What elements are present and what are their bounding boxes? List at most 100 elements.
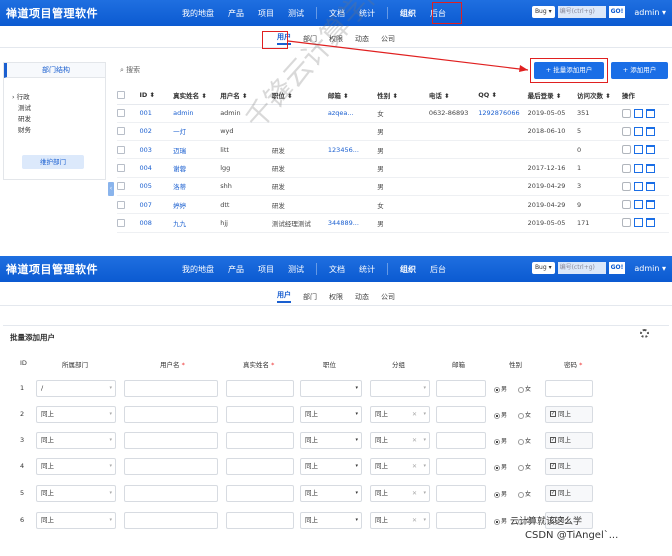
- dept-select[interactable]: 同上 ▾: [36, 458, 116, 475]
- col-gender[interactable]: 性别 ⬍: [377, 86, 429, 105]
- cell-id[interactable]: 002: [139, 122, 174, 142]
- dept-select[interactable]: 同上 ▾: [36, 406, 116, 423]
- gender-male-radio[interactable]: 男: [494, 436, 507, 445]
- group-select[interactable]: 同上 ✕ ▾: [370, 485, 430, 502]
- password-ditto-checkbox[interactable]: ✓ 同上: [545, 485, 593, 502]
- account-input[interactable]: [124, 432, 218, 449]
- cell-id[interactable]: 001: [139, 104, 174, 123]
- delete-icon[interactable]: [645, 126, 655, 136]
- group-select[interactable]: 同上 ✕ ▾: [370, 458, 430, 475]
- role-select[interactable]: 同上 ▾: [300, 458, 362, 475]
- dept-select[interactable]: 同上 ▾: [36, 485, 116, 502]
- cell-qq[interactable]: [478, 122, 528, 142]
- cell-qq[interactable]: 1292876066: [478, 104, 528, 123]
- add-user-button[interactable]: + 添加用户: [611, 62, 668, 79]
- role-select[interactable]: 同上 ▾: [300, 512, 362, 529]
- edit-icon[interactable]: [633, 145, 643, 155]
- cell-qq[interactable]: [478, 177, 528, 196]
- delete-icon[interactable]: [645, 145, 655, 155]
- gear-icon[interactable]: [640, 329, 649, 338]
- subnav-privilege[interactable]: 权限: [329, 292, 343, 302]
- gender-female-radio[interactable]: 女: [518, 410, 531, 419]
- user-menu[interactable]: admin ▾: [634, 264, 666, 273]
- edit-icon[interactable]: [633, 218, 643, 228]
- gender-male-radio[interactable]: 男: [494, 410, 507, 419]
- cell-id[interactable]: 003: [139, 140, 174, 160]
- gender-female-radio[interactable]: 女: [518, 489, 531, 498]
- col-account[interactable]: 用户名 ⬍: [220, 86, 272, 105]
- dept-item-finance[interactable]: 财务: [4, 125, 105, 136]
- password-ditto-checkbox[interactable]: ✓ 同上: [545, 432, 593, 449]
- nav-test[interactable]: 测试: [281, 264, 311, 275]
- cell-id[interactable]: 005: [139, 177, 174, 196]
- realname-input[interactable]: [226, 485, 294, 502]
- dept-item-dev[interactable]: 研发: [4, 114, 105, 125]
- email-input[interactable]: [436, 406, 486, 423]
- cell-realname[interactable]: 九九: [173, 213, 221, 233]
- password-input[interactable]: [545, 380, 593, 397]
- realname-input[interactable]: [226, 458, 294, 475]
- nav-company[interactable]: 组织: [393, 264, 423, 275]
- row-checkbox[interactable]: [117, 200, 125, 209]
- row-checkbox[interactable]: [117, 109, 125, 118]
- lock-icon[interactable]: [621, 126, 631, 136]
- edit-icon[interactable]: [633, 126, 643, 136]
- group-select[interactable]: ▾: [370, 380, 430, 397]
- password-ditto-checkbox[interactable]: ✓ 同上: [545, 458, 593, 475]
- col-email[interactable]: 邮箱 ⬍: [327, 86, 378, 105]
- account-input[interactable]: [124, 458, 218, 475]
- gender-male-radio[interactable]: 男: [494, 462, 507, 471]
- lock-icon[interactable]: [621, 145, 631, 155]
- account-input[interactable]: [124, 406, 218, 423]
- cell-realname[interactable]: 一灯: [173, 122, 221, 142]
- cell-qq[interactable]: [478, 213, 528, 233]
- edit-icon[interactable]: [633, 108, 643, 118]
- gender-female-radio[interactable]: 女: [518, 462, 531, 471]
- lock-icon[interactable]: [621, 163, 631, 173]
- lock-icon[interactable]: [621, 108, 631, 118]
- cell-realname[interactable]: 迈瑞: [173, 140, 221, 160]
- clear-icon[interactable]: ✕: [412, 433, 417, 448]
- delete-icon[interactable]: [645, 200, 655, 210]
- delete-icon[interactable]: [645, 181, 655, 191]
- cell-email[interactable]: [327, 195, 378, 215]
- col-last-login[interactable]: 最后登录 ⬍: [527, 86, 577, 105]
- clear-icon[interactable]: ✕: [412, 486, 417, 501]
- nav-product[interactable]: 产品: [221, 264, 251, 275]
- nav-my[interactable]: 我的地盘: [175, 264, 221, 275]
- dept-select[interactable]: / ▾: [36, 380, 116, 397]
- edit-icon[interactable]: [633, 200, 643, 210]
- lock-icon[interactable]: [621, 181, 631, 191]
- cell-realname[interactable]: 谢蓉: [173, 158, 221, 178]
- go-button[interactable]: GO!: [608, 262, 626, 274]
- lock-icon[interactable]: [621, 218, 631, 228]
- subnav-user[interactable]: 用户: [277, 290, 291, 303]
- col-qq[interactable]: QQ ⬍: [478, 86, 528, 105]
- cell-id[interactable]: 004: [139, 158, 174, 178]
- realname-input[interactable]: [226, 380, 294, 397]
- role-select[interactable]: ▾: [300, 380, 362, 397]
- role-select[interactable]: 同上 ▾: [300, 485, 362, 502]
- realname-input[interactable]: [226, 432, 294, 449]
- col-visits[interactable]: 访问次数 ⬍: [576, 86, 622, 105]
- row-checkbox[interactable]: [117, 218, 125, 227]
- account-input[interactable]: [124, 512, 218, 529]
- clear-icon[interactable]: ✕: [412, 513, 417, 528]
- cell-qq[interactable]: [478, 195, 528, 215]
- nav-doc[interactable]: 文档: [322, 264, 352, 275]
- group-select[interactable]: 同上 ✕ ▾: [370, 432, 430, 449]
- edit-icon[interactable]: [633, 181, 643, 191]
- object-type-select[interactable]: Bug ▾: [531, 262, 555, 274]
- cell-email[interactable]: [327, 122, 378, 142]
- subnav-dept[interactable]: 部门: [303, 292, 317, 302]
- row-checkbox[interactable]: [117, 127, 125, 136]
- row-checkbox[interactable]: [117, 164, 125, 173]
- group-select[interactable]: 同上 ✕ ▾: [370, 512, 430, 529]
- edit-icon[interactable]: [633, 163, 643, 173]
- email-input[interactable]: [436, 380, 486, 397]
- cell-realname[interactable]: 婷婷: [173, 195, 221, 215]
- row-checkbox[interactable]: [117, 145, 125, 154]
- dept-item-admin[interactable]: › 行政: [4, 92, 105, 103]
- delete-icon[interactable]: [645, 108, 655, 118]
- gender-male-radio[interactable]: 男: [494, 516, 507, 525]
